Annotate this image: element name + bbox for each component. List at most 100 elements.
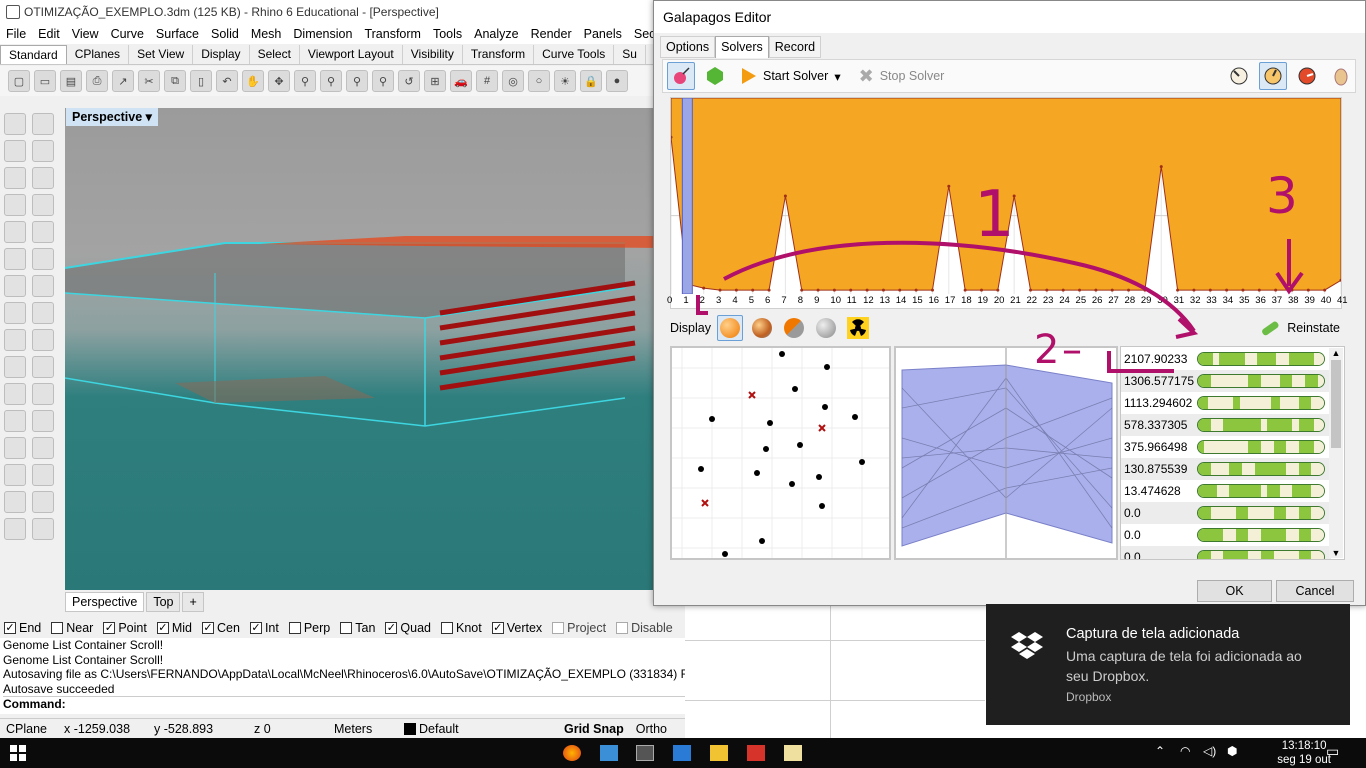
menu-item[interactable]: Mesh [245,27,288,41]
osnap-disable[interactable]: Disable [616,621,673,635]
paste-icon[interactable]: ▯ [190,70,212,92]
tool-icon[interactable] [4,356,26,378]
grid-icon[interactable]: # [476,70,498,92]
menu-item[interactable]: Analyze [468,27,524,41]
tool-icon[interactable] [32,248,54,270]
wifi-icon[interactable]: ◠ [1180,744,1190,758]
cancel-button[interactable]: Cancel [1276,580,1354,602]
osnap-checkbox[interactable]: ✓ [202,622,214,634]
tool-icon[interactable] [4,437,26,459]
tool-icon[interactable] [32,194,54,216]
osnap-checkbox[interactable] [340,622,353,634]
car-icon[interactable]: 🚗 [450,70,472,92]
osnap-checkbox[interactable]: ✓ [4,622,16,634]
menu-item[interactable]: Panels [578,27,628,41]
menu-item[interactable]: Render [525,27,578,41]
tool-icon[interactable] [4,491,26,513]
lock-icon[interactable]: 🔒 [580,70,602,92]
tool-icon[interactable] [32,167,54,189]
viewport-tab-top[interactable]: Top [146,592,181,612]
undo-view-icon[interactable]: ↺ [398,70,420,92]
osnap-checkbox[interactable]: ✓ [385,622,398,634]
tool-icon[interactable] [4,113,26,135]
windows-start-icon[interactable] [10,745,28,761]
toolbar-tab[interactable]: Set View [129,45,194,64]
command-prompt[interactable]: Command: [3,696,685,712]
grasshopper-file-icon[interactable] [784,745,802,761]
toolbar-tab[interactable]: Curve Tools [534,45,615,64]
osnap-checkbox[interactable]: ✓ [491,622,504,634]
osnap-vertex[interactable]: ✓ Vertex [491,621,542,635]
print-icon[interactable]: ⎙ [86,70,108,92]
tool-icon[interactable] [4,194,26,216]
genome-row[interactable]: 0.0 [1121,546,1331,559]
menu-item[interactable]: Solid [205,27,245,41]
zoom-selected-icon[interactable]: ⚲ [372,70,394,92]
menu-item[interactable]: Transform [358,27,427,41]
osnap-checkbox[interactable]: ✓ [249,622,262,634]
tool-icon[interactable] [32,356,54,378]
menu-item[interactable]: Dimension [287,27,358,41]
tool-icon[interactable] [4,464,26,486]
perspective-viewport[interactable] [65,108,665,590]
scroll-down-icon[interactable]: ▼ [1329,548,1343,558]
rotate-view-icon[interactable]: ✥ [268,70,290,92]
osnap-cen[interactable]: ✓ Cen [202,621,240,635]
genome-row[interactable]: 13.474628 [1121,480,1331,502]
dropbox-notification[interactable]: Captura de tela adicionada Uma captura d… [986,604,1350,725]
tool-icon[interactable] [32,383,54,405]
tool-icon[interactable] [32,329,54,351]
save-icon[interactable]: ▤ [60,70,82,92]
remote-desktop-icon[interactable] [600,745,618,761]
genome-row[interactable]: 578.337305 [1121,414,1331,436]
tool-icon[interactable] [32,464,54,486]
tool-icon[interactable] [32,410,54,432]
tool-icon[interactable] [4,221,26,243]
osnap-project[interactable]: Project [552,621,606,635]
menu-item[interactable]: Curve [105,27,150,41]
zoom-icon[interactable]: ⚲ [294,70,316,92]
file-explorer-icon[interactable] [710,745,728,761]
osnap-checkbox[interactable] [552,622,565,634]
firefox-icon[interactable] [563,745,581,761]
units-label[interactable]: Meters [328,722,398,736]
osnap-checkbox[interactable]: ✓ [103,622,116,634]
tool-icon[interactable] [32,140,54,162]
zoom-window-icon[interactable]: ⚲ [320,70,342,92]
osnap-checkbox[interactable] [616,622,629,634]
material-sphere-icon[interactable]: ● [606,70,628,92]
tool-icon[interactable] [32,518,54,540]
tray-chevron-icon[interactable]: ⌃ [1155,744,1165,758]
tool-icon[interactable] [4,302,26,324]
osnap-quad[interactable]: ✓ Quad [385,621,431,635]
viewport-label[interactable]: Perspective ▾ [66,108,158,126]
osnap-near[interactable]: Near [51,621,93,635]
menu-item[interactable]: Surface [150,27,205,41]
osnap-checkbox[interactable] [51,622,64,634]
taskbar-clock[interactable]: 13:18:10 seg 19 out [1277,739,1331,767]
tool-icon[interactable] [4,410,26,432]
open-folder-icon[interactable]: ▭ [34,70,56,92]
add-viewport-tab-icon[interactable]: + [182,592,204,612]
osnap-checkbox[interactable] [441,622,453,634]
dropbox-tray-icon[interactable]: ⬢ [1227,744,1237,758]
osnap-perp[interactable]: Perp [288,621,330,635]
cplane-label[interactable]: CPlane [0,722,58,736]
notification-center-icon[interactable]: ▭ [1326,743,1339,760]
viewport-menu-arrow-icon[interactable]: ▾ [146,110,152,124]
copy-icon[interactable]: ⧉ [164,70,186,92]
rhino-taskbar-icon[interactable] [636,745,654,761]
osnap-int[interactable]: ✓ Int [249,621,279,635]
tool-icon[interactable] [4,329,26,351]
undo-icon[interactable]: ↶ [216,70,238,92]
tool-icon[interactable] [32,491,54,513]
genome-row[interactable]: 130.875539 [1121,458,1331,480]
osnap-mid[interactable]: ✓ Mid [156,621,192,635]
genome-row[interactable]: 0.0 [1121,502,1331,524]
volume-icon[interactable]: ◁) [1203,744,1216,758]
tool-icon[interactable] [32,437,54,459]
tool-icon[interactable] [32,113,54,135]
osnap-end[interactable]: ✓ End [4,621,41,635]
tool-icon[interactable] [4,140,26,162]
osnap-checkbox[interactable]: ✓ [156,622,169,634]
